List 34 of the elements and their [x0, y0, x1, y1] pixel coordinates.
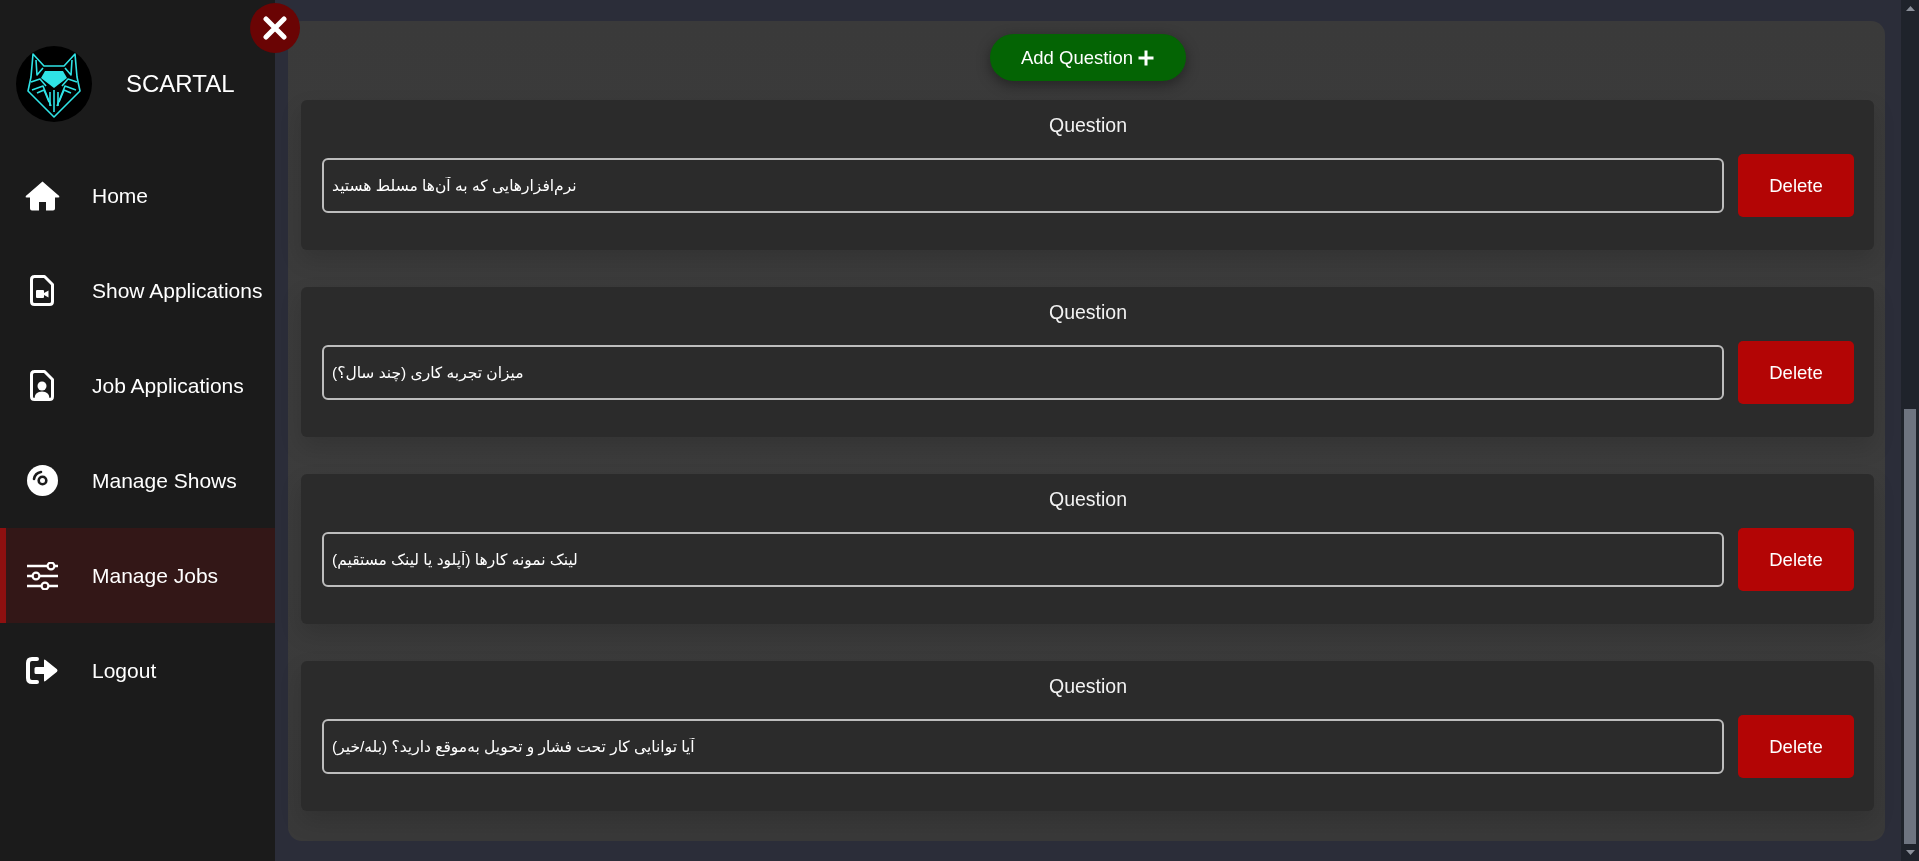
question-label: Question: [1048, 675, 1128, 698]
scroll-up-icon[interactable]: [1905, 6, 1915, 11]
delete-button[interactable]: Delete: [1738, 528, 1854, 591]
add-question-button[interactable]: Add Question: [989, 34, 1186, 81]
close-button[interactable]: [250, 3, 300, 53]
nav-item[interactable]: Logout: [0, 623, 275, 718]
scrollbar-thumb[interactable]: [1904, 409, 1916, 844]
question-label: Question: [1048, 301, 1128, 324]
sliders-icon: [26, 561, 58, 590]
nav-item[interactable]: Show Applications: [0, 243, 275, 338]
home-icon: [24, 180, 60, 211]
nav-item[interactable]: Manage Shows: [0, 433, 275, 528]
question-label: Question: [1048, 488, 1128, 511]
plus-icon: [1138, 49, 1155, 66]
scroll-down-icon[interactable]: [1905, 850, 1915, 855]
person-file-icon: [30, 370, 54, 401]
nav-item[interactable]: Manage Jobs: [0, 528, 275, 623]
question-input[interactable]: نرم‌افزارهایی که به آن‌ها مسلط هستید: [322, 158, 1724, 213]
delete-button[interactable]: Delete: [1738, 341, 1854, 404]
question-label: Question: [1048, 114, 1128, 137]
question-input[interactable]: لینک نمونه کارها (آپلود یا لینک مستقیم): [322, 532, 1724, 587]
question-input[interactable]: آیا توانایی کار تحت فشار و تحویل به‌موقع دارید؟ (بله/خیر): [322, 719, 1724, 774]
close-icon: [263, 16, 287, 40]
nav-item[interactable]: Home: [0, 148, 275, 243]
delete-button[interactable]: Delete: [1738, 715, 1854, 778]
wolf-logo-icon: [16, 46, 92, 122]
scrollbar[interactable]: [1901, 0, 1919, 861]
delete-button[interactable]: Delete: [1738, 154, 1854, 217]
brand-name: SCARTAL: [126, 70, 235, 98]
video-file-icon: [30, 275, 54, 306]
nav-item[interactable]: Job Applications: [0, 338, 275, 433]
logout-icon: [26, 657, 58, 684]
question-input[interactable]: میزان تجربه کاری (چند سال؟): [322, 345, 1724, 400]
disc-icon: [26, 465, 58, 496]
